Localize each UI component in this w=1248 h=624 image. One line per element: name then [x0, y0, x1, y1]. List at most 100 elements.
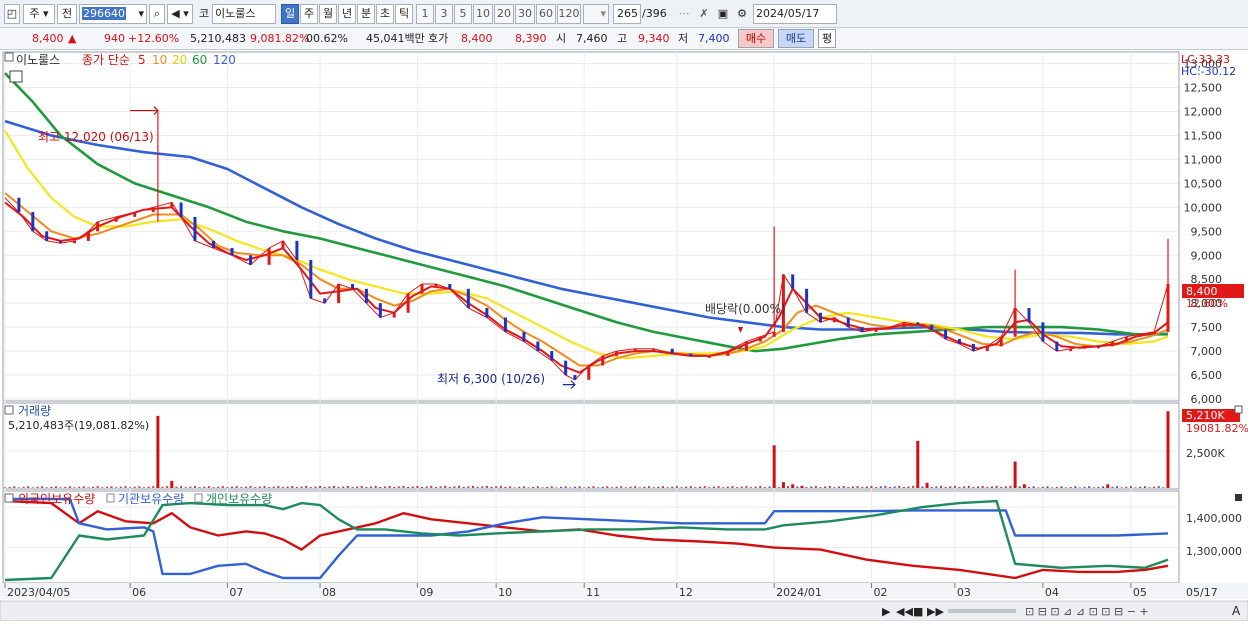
- window-menu-icon[interactable]: ◰: [4, 4, 20, 24]
- holdings-menu-icon[interactable]: [4, 493, 14, 503]
- price-candle: [86, 231, 90, 241]
- panel-menu-icon[interactable]: [4, 52, 14, 62]
- period-year[interactable]: 년: [338, 4, 356, 24]
- volume-bar-small: [1004, 486, 1007, 488]
- volume-bar-small: [22, 486, 25, 488]
- volume-bar-small: [64, 486, 67, 488]
- price-candle: [930, 324, 934, 330]
- volume-bar-small: [726, 486, 729, 488]
- buy-button[interactable]: 매수: [738, 29, 774, 48]
- scroll-right-icon[interactable]: ▶: [882, 605, 891, 618]
- open-price: 7,460: [576, 32, 608, 45]
- period-month[interactable]: 월: [319, 4, 337, 24]
- volume-bar-small: [425, 486, 428, 488]
- volume-bar-small: [1134, 487, 1137, 488]
- settings-icon[interactable]: ⚙: [733, 4, 751, 24]
- stock-name-field[interactable]: 이노룰스: [212, 4, 276, 24]
- period-second[interactable]: 초: [376, 4, 394, 24]
- period-minute[interactable]: 분: [357, 4, 375, 24]
- interval-60[interactable]: 60: [536, 4, 556, 24]
- interval-3[interactable]: 3: [435, 4, 453, 24]
- volume-bar-small: [1157, 486, 1160, 488]
- volume-bar-small: [444, 485, 447, 488]
- code-dropdown-icon[interactable]: ▾: [138, 5, 146, 23]
- price-tick-label: 6,500: [1191, 369, 1223, 382]
- zoom-icon[interactable]: ⋯: [675, 4, 693, 24]
- volume-bar-small: [935, 486, 938, 488]
- calc-icon[interactable]: [9, 70, 23, 83]
- volume-bar-small: [115, 487, 118, 488]
- volume-bar-small: [4, 487, 6, 488]
- volume-bar-small: [819, 487, 822, 488]
- volume-menu-icon[interactable]: [4, 405, 14, 415]
- avg-button[interactable]: 평: [818, 29, 836, 48]
- prev-button[interactable]: 전: [57, 4, 77, 24]
- holdings-close-icon[interactable]: [1235, 494, 1242, 501]
- month-label: 2023/04/05: [7, 586, 70, 599]
- volume-bar-small: [87, 487, 90, 488]
- volume-bar-small: [434, 486, 437, 488]
- interval-10[interactable]: 10: [473, 4, 493, 24]
- price-candle: [351, 284, 355, 289]
- sell-button[interactable]: 매도: [778, 29, 814, 48]
- volume-bar-small: [295, 487, 298, 488]
- price-candle: [45, 231, 49, 241]
- month-label: 02: [873, 586, 887, 599]
- volume-bar-small: [411, 486, 414, 488]
- font-size-icon[interactable]: A: [1232, 604, 1241, 618]
- volume-bar-small: [661, 486, 664, 488]
- price-candle: [564, 360, 568, 376]
- crosshair-icon[interactable]: ✗: [695, 4, 713, 24]
- price-candle: [874, 329, 878, 332]
- volume-bar-small: [1046, 486, 1049, 488]
- stock-chart-svg[interactable]: 13,00012,50012,00011,50011,00010,50010,0…: [0, 51, 1248, 622]
- volume-bar-small: [699, 486, 702, 488]
- volume-bar-small: [152, 486, 155, 488]
- price-candle: [522, 331, 526, 342]
- interval-30[interactable]: 30: [515, 4, 535, 24]
- interval-custom-select[interactable]: ▾: [583, 4, 609, 24]
- holdings-tick-2: 1,300,000: [1186, 545, 1242, 558]
- volume-bar-small: [231, 486, 234, 488]
- volume-tag-text: 5,210K: [1186, 409, 1225, 422]
- interval-120[interactable]: 120: [557, 4, 581, 24]
- volume-bar-small: [1153, 486, 1156, 488]
- save-icon[interactable]: ▣: [714, 4, 732, 24]
- volume-bar-small: [592, 486, 595, 488]
- tool-icons[interactable]: ⊡ ⊟ ⊡ ⊿ ⊿ ⊡ ⊡ ⊟ − +: [1025, 605, 1149, 618]
- period-week[interactable]: 주: [300, 4, 318, 24]
- price-candle: [73, 240, 77, 244]
- volume-bar-small: [59, 487, 62, 488]
- volume-bar-small: [244, 486, 247, 488]
- price-tick-label: 11,000: [1184, 153, 1223, 166]
- price-candle: [573, 375, 577, 380]
- count-input[interactable]: 265: [613, 4, 641, 24]
- interval-5[interactable]: 5: [454, 4, 472, 24]
- volume-bar-small: [291, 486, 294, 488]
- interval-20[interactable]: 20: [494, 4, 514, 24]
- volume-bar-small: [921, 486, 924, 488]
- price-candle: [1138, 334, 1142, 337]
- scroll-track[interactable]: [948, 609, 1016, 613]
- volume-bar-small: [397, 486, 400, 488]
- interval-1[interactable]: 1: [416, 4, 434, 24]
- volume-bar: [170, 480, 174, 488]
- market-select[interactable]: 주 ▾: [23, 4, 55, 24]
- volume-close-icon[interactable]: [1234, 405, 1243, 414]
- volume-bar-small: [842, 485, 845, 488]
- volume-bar-small: [620, 486, 623, 488]
- period-day[interactable]: 일: [281, 4, 299, 24]
- scroll-end-icon[interactable]: ▶▶: [927, 605, 944, 618]
- price-candle: [230, 248, 234, 256]
- sound-icon[interactable]: ◀ ▾: [167, 4, 193, 24]
- volume-bar-small: [78, 486, 81, 488]
- price-candle: [758, 336, 762, 342]
- scroll-start-icon[interactable]: ◀◀: [896, 605, 913, 618]
- date-input[interactable]: 2024/05/17: [753, 4, 837, 24]
- price-candle: [503, 317, 507, 332]
- search-icon[interactable]: ⌕: [149, 4, 165, 24]
- volume-bar-small: [856, 485, 859, 488]
- stock-code-input[interactable]: 296640 ▾: [79, 4, 147, 24]
- scroll-stop-icon[interactable]: ■: [913, 605, 923, 618]
- period-tick[interactable]: 틱: [395, 4, 413, 24]
